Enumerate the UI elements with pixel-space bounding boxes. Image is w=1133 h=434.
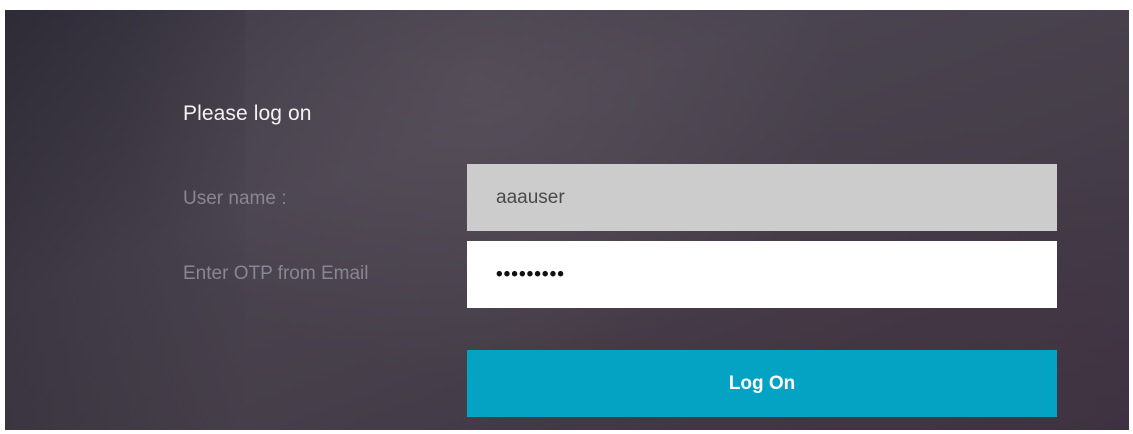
login-heading: Please log on [183, 102, 312, 125]
log-on-button[interactable]: Log On [467, 350, 1057, 417]
otp-label: Enter OTP from Email [183, 263, 369, 284]
username-input[interactable] [467, 164, 1057, 231]
otp-password-input[interactable] [467, 241, 1057, 308]
login-panel: Please log on User name : Enter OTP from… [5, 10, 1129, 430]
username-label: User name : [183, 188, 287, 209]
